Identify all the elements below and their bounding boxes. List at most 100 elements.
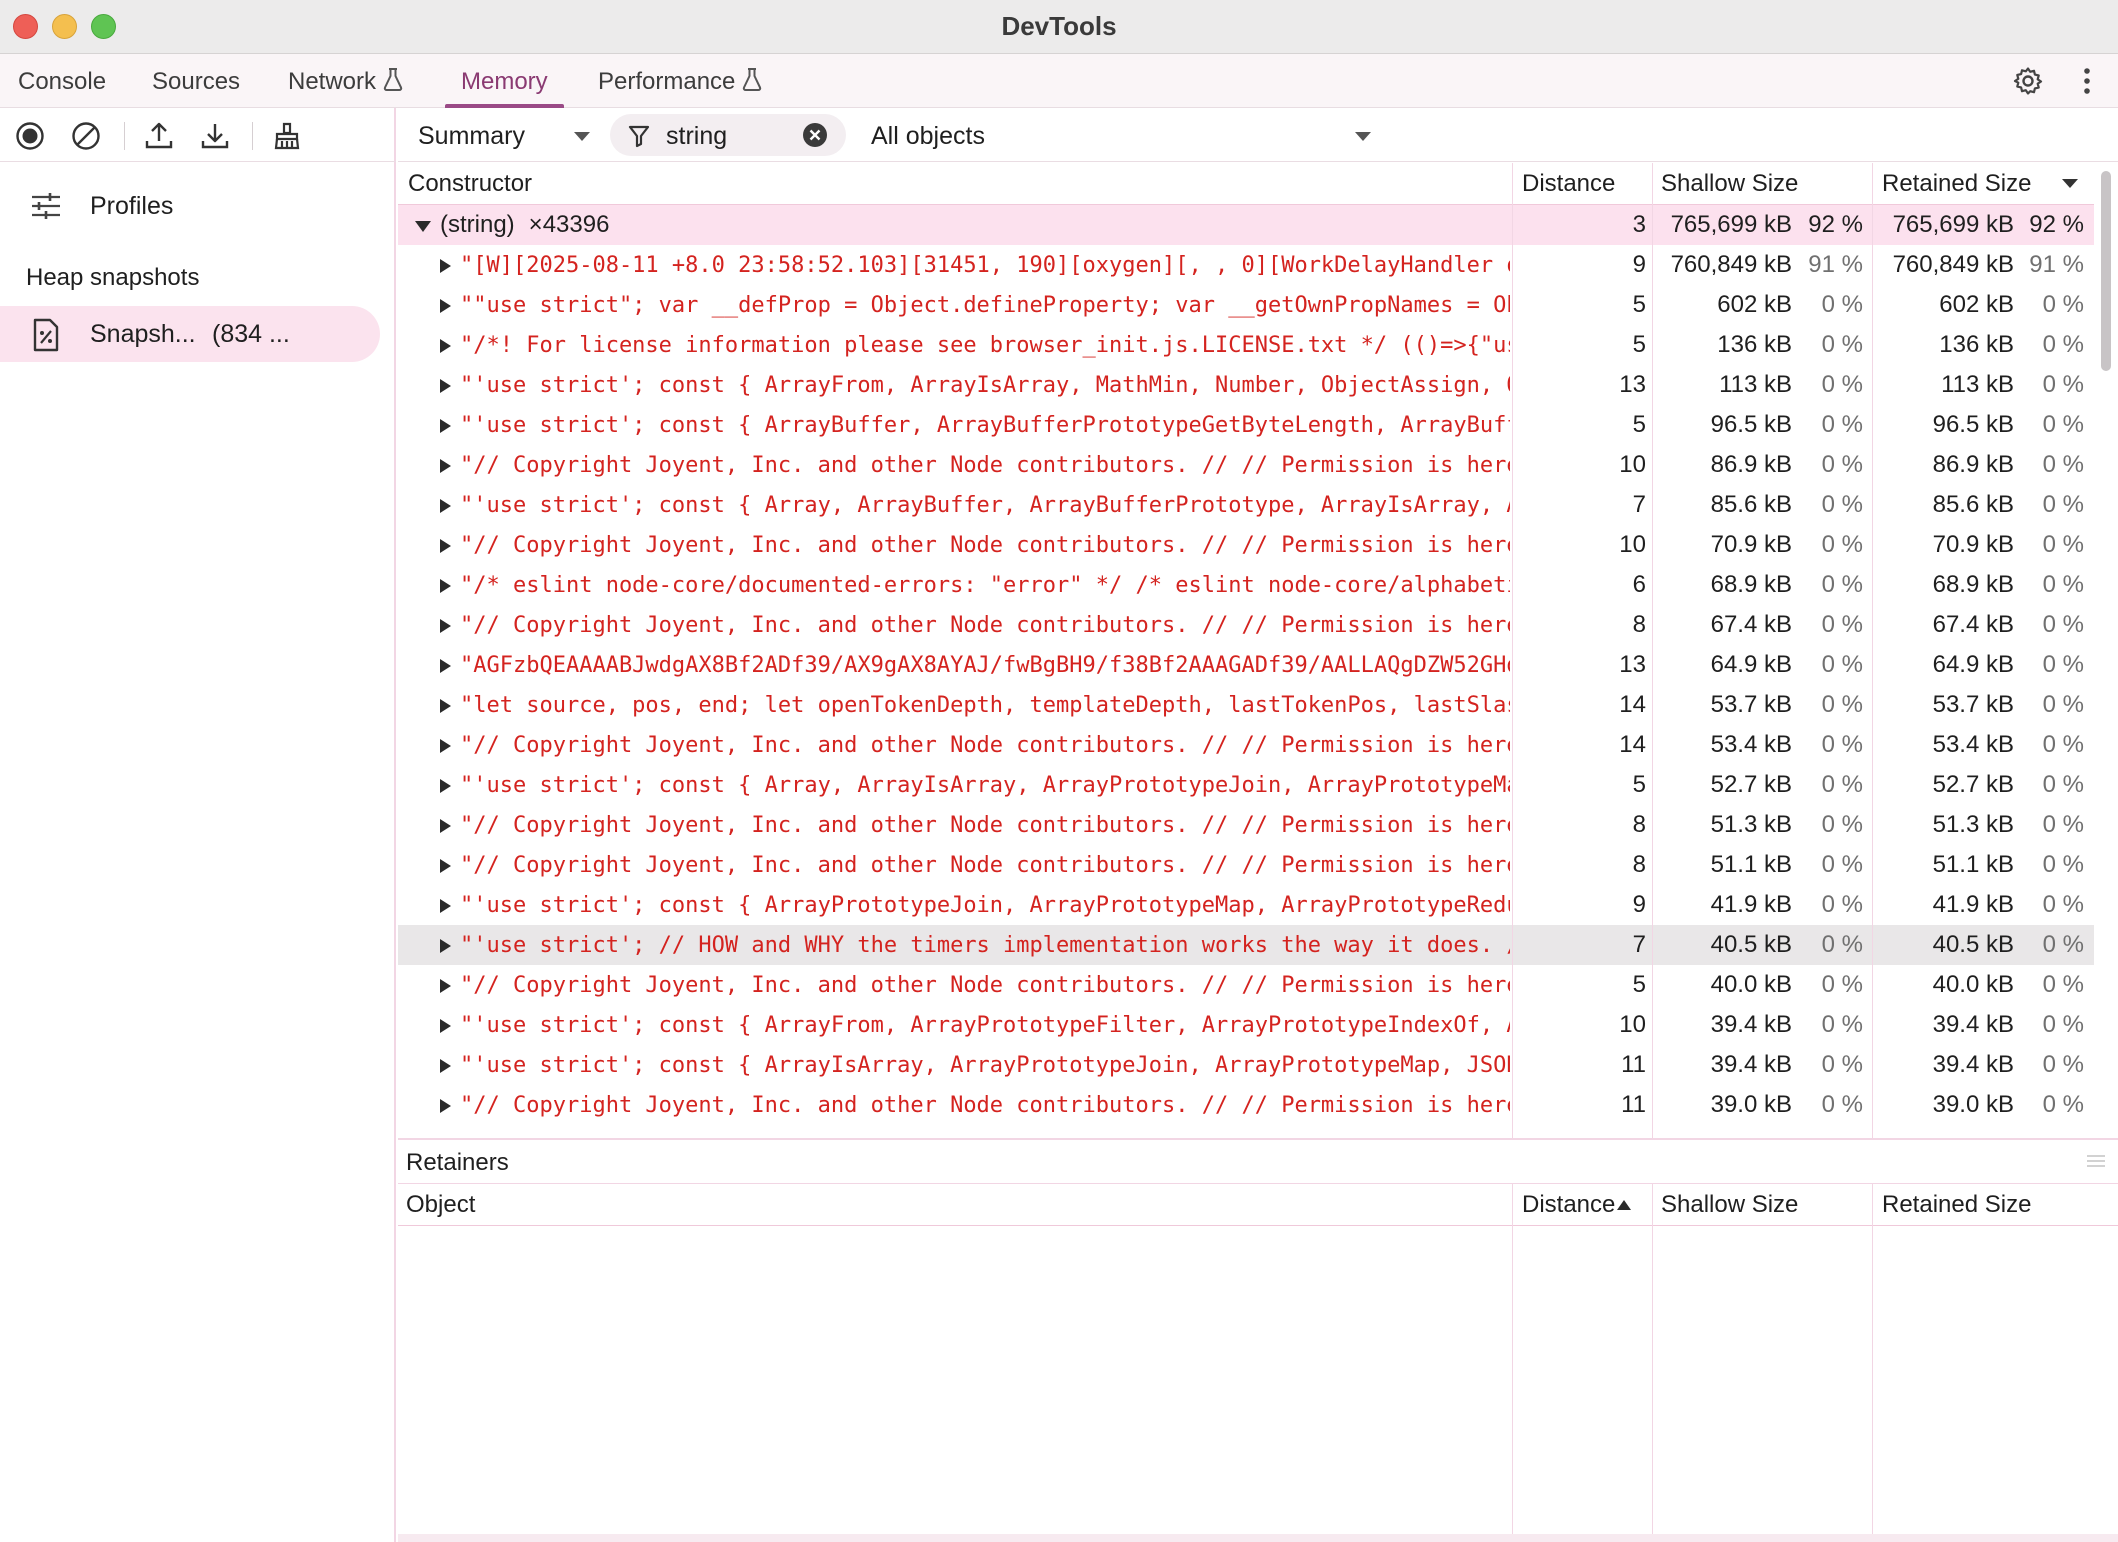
filter-value: string bbox=[666, 122, 728, 150]
expand-triangle-icon[interactable] bbox=[440, 779, 451, 793]
table-row[interactable]: "// Copyright Joyent, Inc. and other Nod… bbox=[398, 805, 2094, 845]
expand-triangle-icon[interactable] bbox=[440, 859, 451, 873]
expand-triangle-icon[interactable] bbox=[440, 579, 451, 593]
heap-snapshots-heading: Heap snapshots bbox=[26, 264, 200, 291]
table-row[interactable]: "// Copyright Joyent, Inc. and other Nod… bbox=[398, 1085, 2094, 1125]
view-select[interactable]: Summary bbox=[418, 122, 525, 151]
group-name-text: (string) bbox=[440, 211, 515, 238]
retained-percent-cell: 0 % bbox=[2042, 451, 2084, 478]
expand-triangle-icon[interactable] bbox=[440, 979, 451, 993]
clear-filter-icon[interactable] bbox=[802, 122, 828, 153]
table-row[interactable]: "// Copyright Joyent, Inc. and other Nod… bbox=[398, 965, 2094, 1005]
table-row[interactable]: "'use strict'; const { Array, ArrayIsArr… bbox=[398, 765, 2094, 805]
expand-triangle-icon[interactable] bbox=[440, 899, 451, 913]
string-value-cell: "[W][2025-08-11 +8.0 23:58:52.103][31451… bbox=[460, 253, 1510, 278]
expand-triangle-icon[interactable] bbox=[440, 379, 451, 393]
expand-triangle-icon[interactable] bbox=[440, 1059, 451, 1073]
expand-triangle-icon[interactable] bbox=[440, 1099, 451, 1113]
column-header-distance[interactable]: Distance bbox=[1522, 1191, 1632, 1219]
expand-triangle-icon[interactable] bbox=[440, 819, 451, 833]
expand-triangle-icon[interactable] bbox=[440, 339, 451, 353]
load-profile-upload-icon[interactable] bbox=[143, 120, 175, 152]
tab-console[interactable]: Console bbox=[2, 54, 122, 108]
table-row[interactable]: "// Copyright Joyent, Inc. and other Nod… bbox=[398, 725, 2094, 765]
table-row[interactable]: "'use strict'; const { ArrayFrom, ArrayI… bbox=[398, 365, 2094, 405]
expand-triangle-icon[interactable] bbox=[440, 939, 451, 953]
clear-all-icon[interactable] bbox=[70, 120, 102, 152]
expand-triangle-icon[interactable] bbox=[440, 459, 451, 473]
retained-percent-cell: 0 % bbox=[2042, 411, 2084, 438]
expand-triangle-icon[interactable] bbox=[440, 699, 451, 713]
table-scrollbar[interactable] bbox=[2094, 163, 2118, 1138]
string-value-cell: "// Copyright Joyent, Inc. and other Nod… bbox=[460, 1093, 1510, 1118]
table-row[interactable]: "[W][2025-08-11 +8.0 23:58:52.103][31451… bbox=[398, 245, 2094, 285]
table-row[interactable]: "let source, pos, end; let openTokenDept… bbox=[398, 685, 2094, 725]
column-header-retained-size[interactable]: Retained Size bbox=[1882, 1191, 2031, 1219]
tab-performance[interactable]: Performance bbox=[582, 54, 779, 108]
table-row[interactable]: ""use strict"; var __defProp = Object.de… bbox=[398, 285, 2094, 325]
collect-garbage-broom-icon[interactable] bbox=[271, 120, 303, 152]
tab-memory[interactable]: Memory bbox=[445, 54, 564, 108]
table-row[interactable]: "'use strict'; const { ArrayPrototypeJoi… bbox=[398, 885, 2094, 925]
resize-handle-icon[interactable] bbox=[2086, 1154, 2106, 1168]
more-options-icon[interactable] bbox=[2072, 66, 2102, 96]
settings-gear-icon[interactable] bbox=[2013, 66, 2043, 96]
table-row[interactable]: "'use strict'; const { ArrayFrom, ArrayP… bbox=[398, 1005, 2094, 1045]
table-row[interactable]: "/*! For license information please see … bbox=[398, 325, 2094, 365]
expand-triangle-icon[interactable] bbox=[440, 539, 451, 553]
column-header-retained-size[interactable]: Retained Size bbox=[1882, 170, 2031, 198]
expand-triangle-icon[interactable] bbox=[440, 739, 451, 753]
retained-size-cell: 760,849 kB bbox=[1892, 251, 2014, 278]
table-row[interactable]: "// Copyright Joyent, Inc. and other Nod… bbox=[398, 525, 2094, 565]
expand-triangle-icon[interactable] bbox=[440, 259, 451, 273]
table-row[interactable]: "'use strict'; const { ArrayIsArray, Arr… bbox=[398, 1045, 2094, 1085]
distance-cell: 13 bbox=[1619, 651, 1646, 678]
distance-cell: 3 bbox=[1632, 211, 1646, 238]
column-header-shallow-size[interactable]: Shallow Size bbox=[1661, 170, 1798, 198]
string-value-cell: "// Copyright Joyent, Inc. and other Nod… bbox=[460, 813, 1510, 838]
sort-ascending-icon bbox=[1617, 1200, 1632, 1210]
scrollbar-thumb[interactable] bbox=[2101, 171, 2111, 371]
column-header-constructor[interactable]: Constructor bbox=[408, 170, 532, 198]
table-row[interactable]: "// Copyright Joyent, Inc. and other Nod… bbox=[398, 445, 2094, 485]
column-header-distance[interactable]: Distance bbox=[1522, 170, 1615, 198]
shallow-percent-cell: 0 % bbox=[1821, 1051, 1863, 1078]
table-row[interactable]: "'use strict'; // HOW and WHY the timers… bbox=[398, 925, 2094, 965]
table-row[interactable]: "// Copyright Joyent, Inc. and other Nod… bbox=[398, 845, 2094, 885]
table-row[interactable]: "AGFzbQEAAAABJwdgAX8Bf2ADf39/AX9gAX8AYAJ… bbox=[398, 645, 2094, 685]
table-row[interactable]: "// Copyright Joyent, Inc. and other Nod… bbox=[398, 605, 2094, 645]
table-row[interactable]: "/* eslint node-core/documented-errors: … bbox=[398, 565, 2094, 605]
shallow-percent-cell: 0 % bbox=[1821, 291, 1863, 318]
retained-size-cell: 86.9 kB bbox=[1932, 451, 2014, 478]
save-profile-download-icon[interactable] bbox=[199, 120, 231, 152]
tab-network[interactable]: Network bbox=[272, 54, 420, 108]
shallow-size-cell: 51.3 kB bbox=[1710, 811, 1792, 838]
class-filter-input[interactable]: string bbox=[610, 114, 846, 156]
expand-triangle-icon[interactable] bbox=[440, 659, 451, 673]
expand-triangle-icon[interactable] bbox=[440, 419, 451, 433]
expand-triangle-icon[interactable] bbox=[440, 1019, 451, 1033]
record-icon[interactable] bbox=[14, 120, 46, 152]
retained-percent-cell: 0 % bbox=[2042, 331, 2084, 358]
snapshot-item[interactable]: Snapsh... (834 ... bbox=[0, 306, 380, 362]
group-row-string[interactable]: (string) ×43396 3 765,699 kB 92 % 765,699… bbox=[398, 205, 2094, 245]
expand-triangle-icon[interactable] bbox=[440, 299, 451, 313]
expand-triangle-icon[interactable] bbox=[440, 499, 451, 513]
distance-cell: 5 bbox=[1632, 771, 1646, 798]
string-value-cell: "'use strict'; const { ArrayFrom, ArrayP… bbox=[460, 1013, 1510, 1038]
collapse-triangle-icon[interactable] bbox=[415, 221, 431, 232]
retained-size-cell: 113 kB bbox=[1941, 371, 2014, 398]
tab-sources[interactable]: Sources bbox=[136, 54, 256, 108]
expand-triangle-icon[interactable] bbox=[440, 619, 451, 633]
column-header-shallow-size[interactable]: Shallow Size bbox=[1661, 1191, 1798, 1219]
table-row[interactable]: "'use strict'; const { ArrayBuffer, Arra… bbox=[398, 405, 2094, 445]
profiles-header[interactable]: Profiles bbox=[0, 178, 396, 234]
column-header-object[interactable]: Object bbox=[406, 1191, 475, 1219]
shallow-size-cell: 765,699 kB bbox=[1670, 211, 1792, 238]
retained-percent-cell: 0 % bbox=[2042, 651, 2084, 678]
retained-size-cell: 39.0 kB bbox=[1932, 1091, 2014, 1118]
table-row[interactable]: "'use strict'; const { Array, ArrayBuffe… bbox=[398, 485, 2094, 525]
shallow-size-cell: 64.9 kB bbox=[1710, 651, 1792, 678]
string-value-cell: "'use strict'; // HOW and WHY the timers… bbox=[460, 933, 1510, 958]
objects-range-select[interactable]: All objects bbox=[871, 122, 985, 151]
